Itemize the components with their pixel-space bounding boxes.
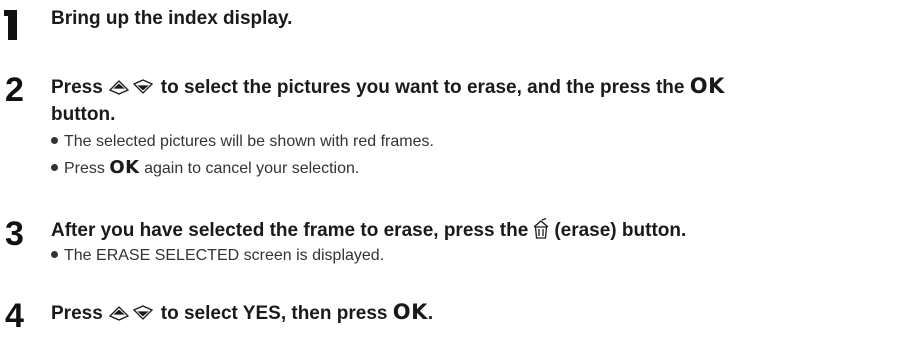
step-2-heading: Press to select the pictures you want to… (51, 74, 725, 100)
step-4-text-press: Press (51, 303, 103, 324)
bullet-text: The selected pictures will be shown with… (64, 133, 434, 150)
step-2-text-select: to select the pictures you want to erase… (160, 77, 685, 98)
step-3-heading: After you have selected the frame to era… (51, 218, 686, 243)
ok-label: OK (392, 300, 428, 324)
step-4-period: . (427, 303, 434, 324)
step-3-text-b: (erase) button. (554, 220, 687, 241)
up-down-arrow-buttons-icon (108, 305, 153, 321)
step-4-heading: Press to select YES, then press OK. (51, 300, 433, 326)
bullet-text-pre: Press (64, 160, 105, 177)
bullet-text-post: again to cancel your selection. (144, 160, 360, 177)
step-2-bullet-2: Press OK again to cancel your selection. (51, 158, 359, 179)
bullet-dot (51, 251, 58, 258)
step-number-2: 2 (5, 71, 24, 109)
step-2-heading-cont: button. (51, 104, 116, 125)
erase-trash-icon (533, 218, 549, 239)
step-3-bullet-1: The ERASE SELECTED screen is displayed. (51, 246, 384, 266)
ok-label: OK (109, 157, 140, 178)
bullet-dot (51, 164, 58, 171)
step-number-4: 4 (5, 297, 24, 335)
step-2-text-press: Press (51, 77, 103, 98)
bullet-text: The ERASE SELECTED screen is displayed. (64, 247, 385, 264)
step-3-text-a: After you have selected the frame to era… (51, 220, 529, 241)
step-4-text-select: to select YES, then press (160, 303, 388, 324)
step-2-bullet-1: The selected pictures will be shown with… (51, 132, 434, 152)
up-down-arrow-buttons-icon (108, 79, 153, 95)
step-number-1 (4, 10, 17, 40)
ok-label: OK (689, 74, 725, 98)
step-1-heading: Bring up the index display. (51, 8, 293, 29)
step-number-3: 3 (5, 215, 24, 253)
bullet-dot (51, 137, 58, 144)
